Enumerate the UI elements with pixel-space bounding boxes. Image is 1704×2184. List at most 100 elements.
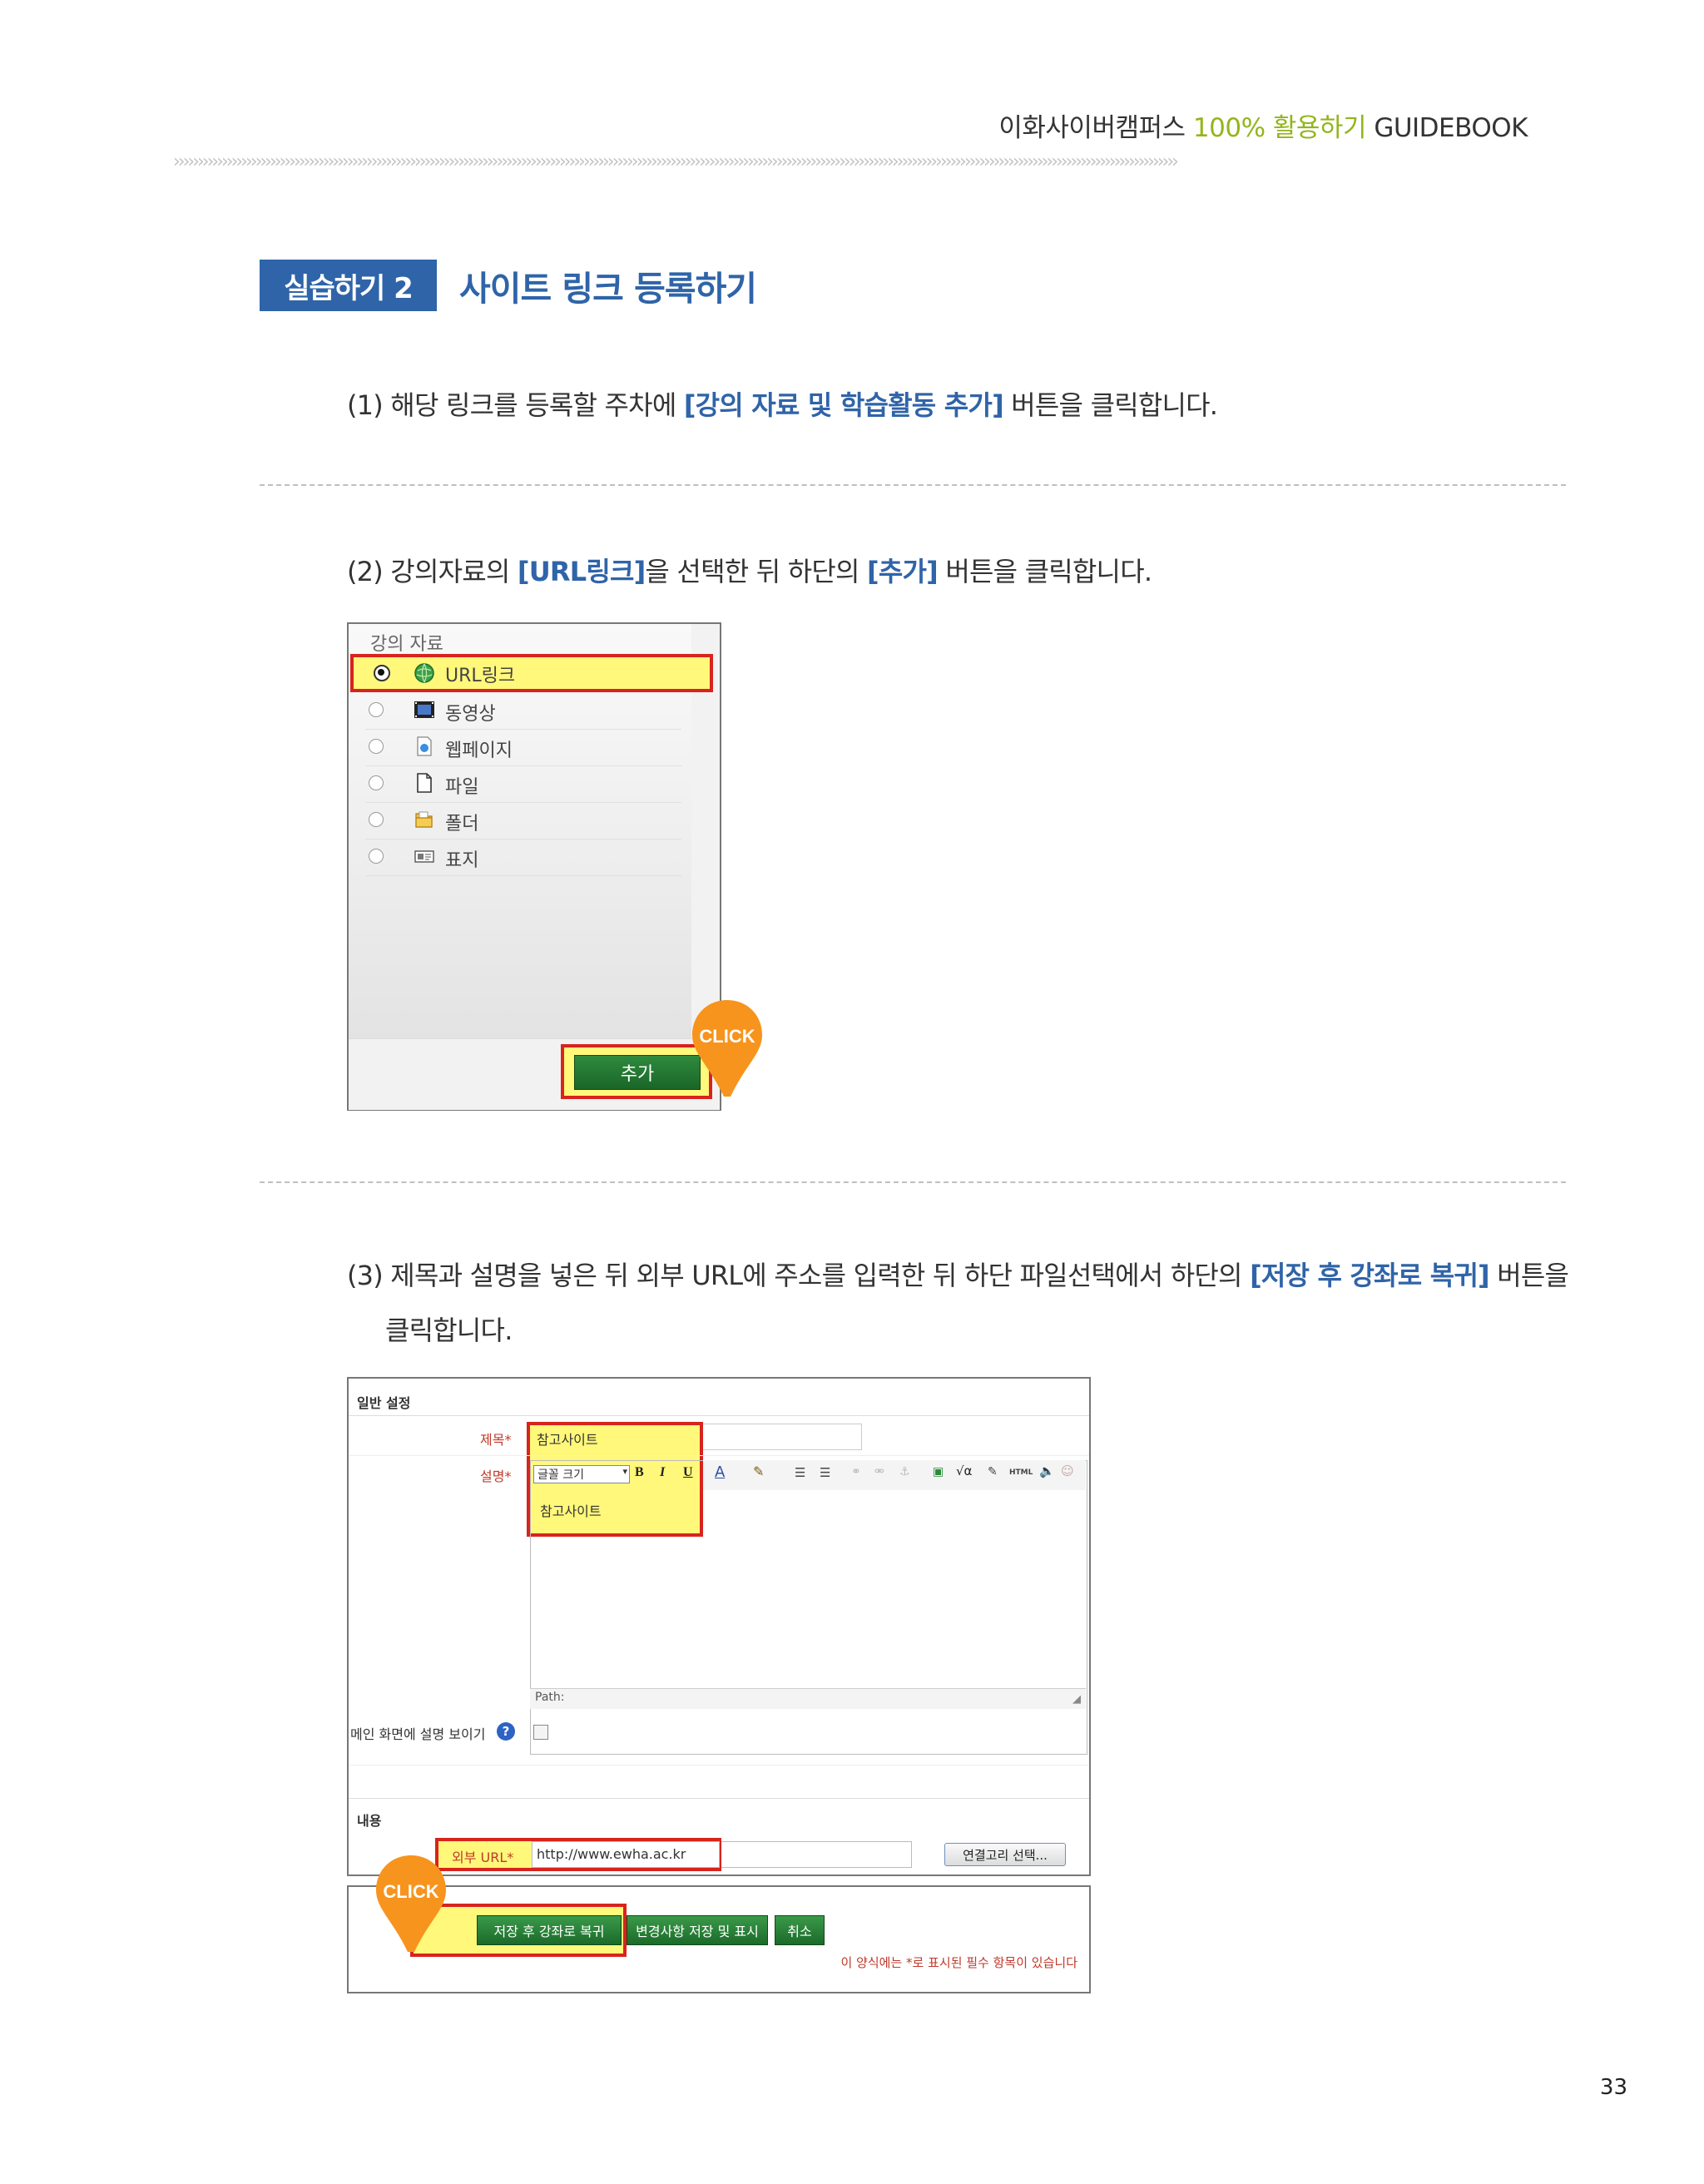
cancel-button[interactable]: 취소 (775, 1915, 825, 1945)
font-size-label: 글꼴 크기 (537, 1468, 584, 1482)
required-note: 이 양식에는 *로 표시된 필수 항목이 있습니다 (840, 1955, 1077, 1970)
step-2-highlight-add: [추가] (867, 556, 939, 587)
click-marker-2: CLICK (376, 1855, 446, 1952)
smiley-icon[interactable]: ☺ (1061, 1463, 1074, 1478)
font-size-select[interactable]: 글꼴 크기 ▾ (533, 1465, 630, 1483)
file-icon (417, 773, 432, 793)
html-icon[interactable]: HTML (1009, 1468, 1033, 1477)
chevron-down-icon: ▾ (622, 1466, 627, 1477)
row-divider (349, 1415, 1089, 1416)
step-1-highlight: [강의 자료 및 학습활동 추가] (683, 389, 1004, 421)
save-show-button[interactable]: 변경사항 저장 및 표시 (627, 1915, 768, 1945)
radio-unselected[interactable] (369, 702, 384, 717)
resource-panel-title: 강의 자료 (370, 634, 443, 655)
globe-icon (414, 663, 434, 683)
title-input[interactable]: 참고사이트 (537, 1429, 598, 1449)
resource-label-label: 표지 (445, 850, 479, 871)
editor-statusbar (530, 1688, 1086, 1709)
add-button[interactable]: 추가 (574, 1055, 701, 1090)
desc-label: 설명* (480, 1468, 512, 1484)
bold-button[interactable]: B (635, 1465, 644, 1480)
external-url-label: 외부 URL* (452, 1850, 514, 1865)
resource-option-video[interactable]: 동영상 (365, 692, 681, 730)
film-icon (414, 701, 434, 718)
radio-selected[interactable] (374, 665, 390, 681)
underline-button[interactable]: U (683, 1465, 693, 1480)
step-2-mid: 을 선택한 뒤 하단의 (645, 556, 868, 587)
step-1-post: 버튼을 클릭합니다. (1003, 389, 1218, 421)
add-button-highlight: 추가 (561, 1044, 712, 1099)
link-icon[interactable]: ⚭ (851, 1465, 861, 1478)
content-header: 내용 (357, 1813, 382, 1829)
image-icon[interactable]: ▣ (933, 1465, 944, 1478)
guidebook-header: 이화사이버캠퍼스 100% 활용하기 GUIDEBOOK (998, 106, 1528, 144)
unlink-icon[interactable]: ⚮ (874, 1465, 884, 1478)
row-divider (349, 1455, 1089, 1456)
click-marker-1-text: CLICK (699, 1026, 755, 1047)
general-settings-header: 일반 설정 (357, 1395, 411, 1411)
help-icon[interactable]: ? (497, 1722, 515, 1741)
resource-option-file[interactable]: 파일 (365, 765, 681, 803)
equation-icon[interactable]: √α (956, 1463, 972, 1478)
editor-path: Path: (535, 1691, 565, 1704)
resource-label-folder: 폴더 (445, 814, 479, 834)
show-description-checkbox[interactable] (533, 1725, 548, 1740)
resource-type-screenshot: 강의 자료 URL링크 동영상 웹페이지 파일 폴더 표지 추가 (347, 622, 721, 1111)
resize-handle-icon[interactable]: ◢ (1072, 1693, 1081, 1706)
resource-option-url[interactable]: URL링크 (365, 654, 681, 691)
italic-button[interactable]: I (660, 1465, 665, 1480)
edit-icon[interactable]: ✎ (988, 1465, 998, 1478)
step-1-text: (1) 해당 링크를 등록할 주차에 [강의 자료 및 학습활동 추가] 버튼을… (347, 384, 1218, 423)
step-3-line2: 클릭합니다. (385, 1315, 513, 1346)
step-2-text: (2) 강의자료의 [URL링크]을 선택한 뒤 하단의 [추가] 버튼을 클릭… (347, 551, 1152, 589)
external-url-input-rest[interactable] (721, 1841, 912, 1868)
step-3-pre: (3) 제목과 설명을 넣은 뒤 외부 URL에 주소를 입력한 뒤 하단 파일… (347, 1260, 1251, 1291)
dashed-divider (260, 1181, 1566, 1183)
step-3-post: 버튼을 (1489, 1260, 1569, 1291)
radio-unselected[interactable] (369, 849, 384, 864)
header-prefix: 이화사이버캠퍼스 (998, 113, 1186, 143)
row-divider (349, 1765, 1089, 1766)
resource-label-file: 파일 (445, 777, 479, 798)
link-select-button[interactable]: 연결고리 선택... (944, 1843, 1066, 1866)
numbered-list-icon[interactable]: ☰ (820, 1465, 830, 1480)
header-suffix: GUIDEBOOK (1374, 113, 1528, 143)
highlight-color-icon[interactable]: ✎ (753, 1463, 764, 1479)
chevron-divider: ››››››››››››››››››››››››››››››››››››››››… (173, 151, 1179, 172)
step-2-highlight-url: [URL링크] (517, 556, 646, 587)
step-3-highlight: [저장 후 강좌로 복귀] (1250, 1260, 1490, 1291)
resource-label-url: URL링크 (445, 666, 516, 686)
resource-option-webpage[interactable]: 웹페이지 (365, 729, 681, 766)
dashed-divider (260, 484, 1566, 486)
folder-icon (415, 811, 433, 828)
anchor-icon[interactable]: ⚓ (899, 1465, 910, 1478)
resource-label-video: 동영상 (445, 704, 496, 725)
external-url-value: http://www.ewha.ac.kr (537, 1846, 686, 1862)
save-return-button[interactable]: 저장 후 강좌로 복귀 (477, 1915, 622, 1945)
resource-option-folder[interactable]: 폴더 (365, 802, 681, 839)
header-accent: 100% 활용하기 (1192, 113, 1367, 143)
step-2-pre: (2) 강의자료의 (347, 556, 518, 587)
speaker-icon[interactable]: 🔈 (1039, 1463, 1055, 1478)
resource-settings-screenshot: 일반 설정 제목* 참고사이트 설명* 글꼴 크기 ▾ B I U A ✎ ☰ … (347, 1377, 1091, 1876)
form-buttons-screenshot: 저장 후 강좌로 복귀 변경사항 저장 및 표시 취소 이 양식에는 *로 표시… (347, 1885, 1091, 1993)
title-input-field[interactable] (703, 1424, 862, 1450)
font-color-icon[interactable]: A (715, 1463, 725, 1481)
row-divider (349, 1798, 1089, 1799)
click-marker-2-text: CLICK (383, 1881, 438, 1902)
page-number: 33 (1599, 2075, 1627, 2100)
title-label: 제목* (480, 1432, 512, 1448)
resource-option-label[interactable]: 표지 (365, 839, 681, 876)
step-2-post: 버튼을 클릭합니다. (937, 556, 1152, 587)
resource-label-webpage: 웹페이지 (445, 740, 513, 761)
radio-unselected[interactable] (369, 812, 384, 827)
description-text: 참고사이트 (540, 1503, 602, 1519)
radio-unselected[interactable] (369, 775, 384, 790)
bullet-list-icon[interactable]: ☰ (795, 1465, 805, 1480)
step-1-pre: (1) 해당 링크를 등록할 주차에 (347, 389, 684, 421)
webpage-icon (417, 736, 432, 756)
radio-unselected[interactable] (369, 739, 384, 754)
step-3-text: (3) 제목과 설명을 넣은 뒤 외부 URL에 주소를 입력한 뒤 하단 파일… (347, 1248, 1569, 1358)
section-title: 사이트 링크 등록하기 (459, 269, 757, 309)
click-marker-1: CLICK (692, 1000, 762, 1097)
